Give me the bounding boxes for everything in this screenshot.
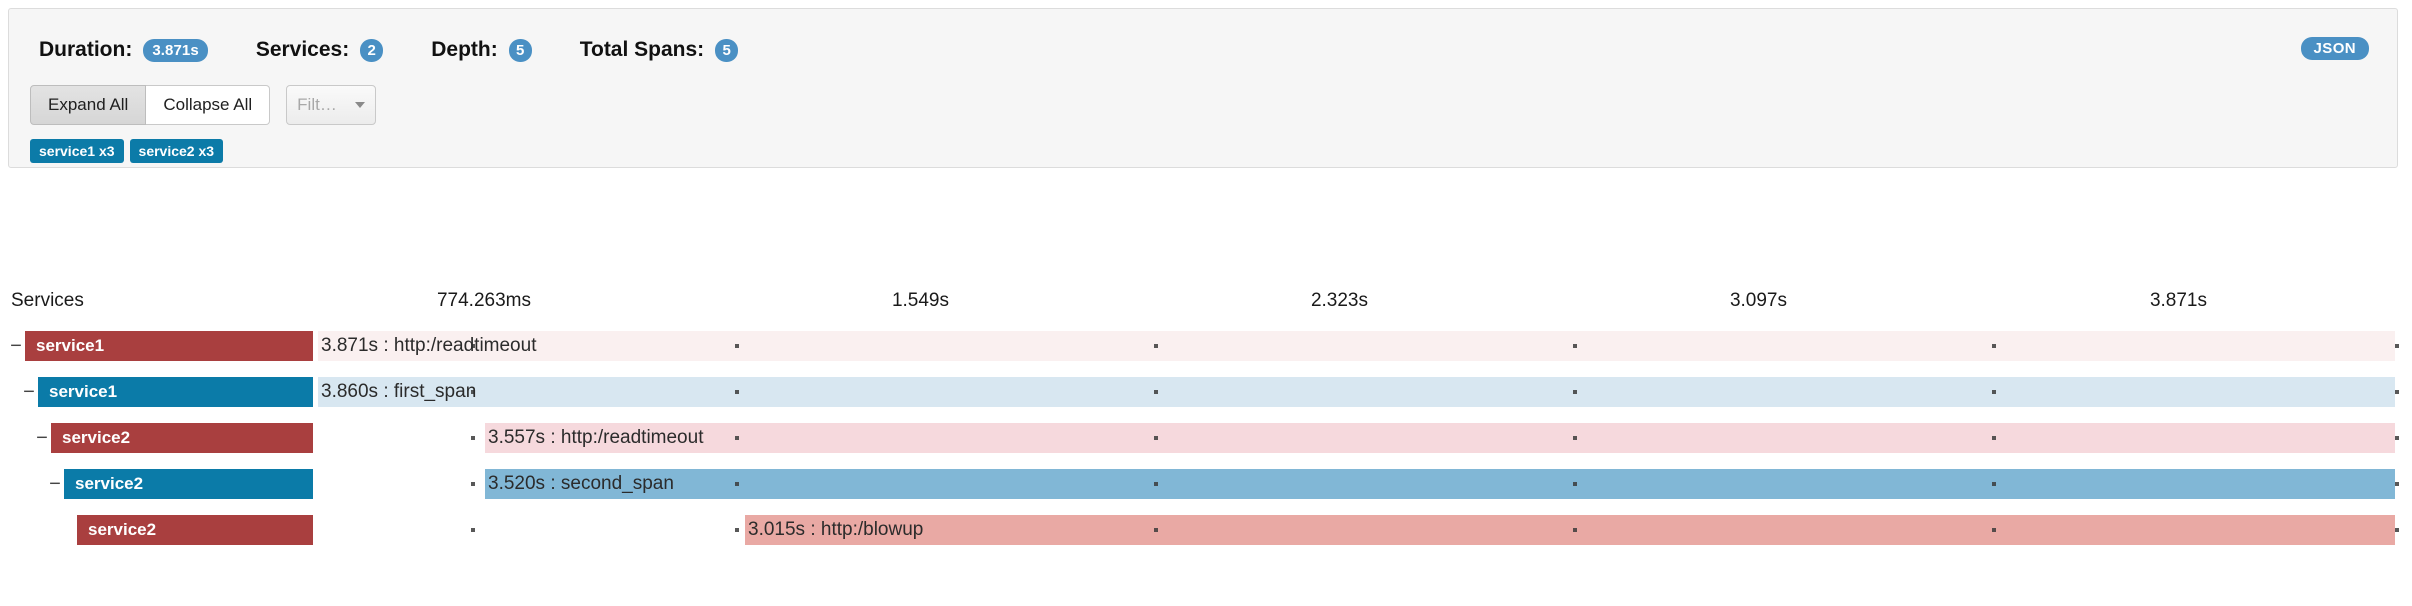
trace-controls-row: Expand All Collapse All Filt…: [30, 85, 377, 125]
span-collapse-toggle-icon[interactable]: −: [47, 469, 63, 499]
timeline-gridline-dot: [1573, 482, 1577, 486]
filter-service-dropdown[interactable]: Filt…: [286, 85, 377, 125]
stat-total-spans-value: 5: [715, 38, 739, 62]
timeline-gridline-dot: [1573, 436, 1577, 440]
stat-total-spans: Total Spans: 5: [579, 38, 739, 62]
span-bar-track[interactable]: 3.557s : http:/readtimeout: [318, 423, 2412, 453]
timeline-gridline-dot: [471, 390, 475, 394]
span-service-label[interactable]: service2: [64, 469, 313, 499]
service-tag-list: service1 x3 service2 x3: [30, 139, 229, 163]
json-button[interactable]: JSON: [2300, 37, 2369, 60]
timeline-gridline-dot: [1992, 436, 1996, 440]
span-row[interactable]: − service2 3.520s : second_span: [0, 469, 2412, 499]
services-column-header: Services: [11, 290, 84, 311]
timeline-tick-0: 774.263ms: [436, 290, 531, 311]
span-service-label[interactable]: service1: [25, 331, 313, 361]
timeline-gridline-dot: [735, 436, 739, 440]
timeline-gridline-dot: [2395, 390, 2399, 394]
span-row[interactable]: − service2 3.557s : http:/readtimeout: [0, 423, 2412, 453]
span-collapse-toggle-icon[interactable]: −: [21, 377, 37, 407]
timeline-gridline-dot: [1992, 390, 1996, 394]
span-duration-bar[interactable]: [745, 515, 2395, 545]
expand-collapse-button-group: Expand All Collapse All: [30, 85, 271, 125]
stat-services-value: 2: [360, 38, 384, 62]
service-tag-service1[interactable]: service1 x3: [30, 139, 124, 163]
span-row[interactable]: − service1 3.871s : http:/readtimeout: [0, 331, 2412, 361]
timeline-gridline-dot: [1992, 482, 1996, 486]
timeline-gridline-dot: [1573, 528, 1577, 532]
service-tag-service2[interactable]: service2 x3: [129, 139, 224, 163]
timeline-gridline-dot: [471, 482, 475, 486]
timeline-gridline-dot: [1154, 390, 1158, 394]
timeline-tick-1: 1.549s: [891, 290, 949, 311]
timeline-gridline-dot: [471, 528, 475, 532]
span-bar-track[interactable]: 3.860s : first_span: [318, 377, 2412, 407]
span-service-label[interactable]: service2: [77, 515, 313, 545]
timeline-gridline-dot: [1154, 482, 1158, 486]
span-row[interactable]: service2 3.015s : http:/blowup: [0, 515, 2412, 545]
trace-summary-card: Duration: 3.871s Services: 2 Depth: 5 To…: [8, 8, 2398, 168]
timeline-tick-3: 3.097s: [1729, 290, 1787, 311]
timeline-gridline-dot: [735, 344, 739, 348]
stat-depth-value: 5: [508, 38, 532, 62]
stat-total-spans-label: Total Spans:: [579, 38, 705, 61]
timeline-tick-4: 3.871s: [2149, 290, 2207, 311]
timeline-tick-2: 2.323s: [1310, 290, 1368, 311]
stat-services: Services: 2: [255, 38, 384, 62]
timeline-gridline-dot: [2395, 482, 2399, 486]
span-service-label[interactable]: service2: [51, 423, 313, 453]
stat-duration: Duration: 3.871s: [39, 38, 208, 62]
chevron-down-icon: [355, 102, 366, 108]
span-duration-bar[interactable]: [318, 331, 2395, 361]
timeline-gridline-dot: [1154, 344, 1158, 348]
span-service-label[interactable]: service1: [38, 377, 313, 407]
filter-service-placeholder: Filt…: [297, 95, 337, 114]
span-bar-track[interactable]: 3.015s : http:/blowup: [318, 515, 2412, 545]
span-bar-track[interactable]: 3.871s : http:/readtimeout: [318, 331, 2412, 361]
stat-depth-label: Depth:: [431, 38, 498, 61]
timeline-gridline-dot: [1992, 344, 1996, 348]
span-duration-bar[interactable]: [318, 377, 2395, 407]
span-collapse-toggle-icon[interactable]: −: [8, 331, 24, 361]
collapse-all-button[interactable]: Collapse All: [146, 85, 271, 125]
span-row[interactable]: − service1 3.860s : first_span: [0, 377, 2412, 407]
timeline-gridline-dot: [2395, 344, 2399, 348]
expand-all-button[interactable]: Expand All: [30, 85, 147, 125]
timeline-gridline-dot: [1154, 528, 1158, 532]
timeline-gridline-dot: [471, 344, 475, 348]
timeline-header: Services 774.263ms 1.549s 2.323s 3.097s …: [0, 290, 2412, 320]
span-bar-track[interactable]: 3.520s : second_span: [318, 469, 2412, 499]
stat-duration-value: 3.871s: [143, 38, 208, 62]
span-duration-bar[interactable]: [485, 423, 2395, 453]
span-collapse-toggle-icon[interactable]: −: [34, 423, 50, 453]
span-row-list: − service1 3.871s : http:/readtimeout − serv…: [0, 331, 2412, 561]
stat-depth: Depth: 5: [431, 38, 532, 62]
stat-services-label: Services:: [255, 38, 350, 61]
timeline-gridline-dot: [1573, 390, 1577, 394]
timeline-gridline-dot: [471, 436, 475, 440]
timeline-gridline-dot: [735, 528, 739, 532]
timeline-gridline-dot: [1992, 528, 1996, 532]
timeline-gridline-dot: [2395, 436, 2399, 440]
timeline-gridline-dot: [735, 390, 739, 394]
stat-duration-label: Duration:: [39, 38, 133, 61]
timeline-gridline-dot: [2395, 528, 2399, 532]
timeline-gridline-dot: [1573, 344, 1577, 348]
timeline-gridline-dot: [735, 482, 739, 486]
timeline-gridline-dot: [1154, 436, 1158, 440]
trace-stats-row: Duration: 3.871s Services: 2 Depth: 5 To…: [39, 35, 786, 65]
span-duration-bar[interactable]: [485, 469, 2395, 499]
